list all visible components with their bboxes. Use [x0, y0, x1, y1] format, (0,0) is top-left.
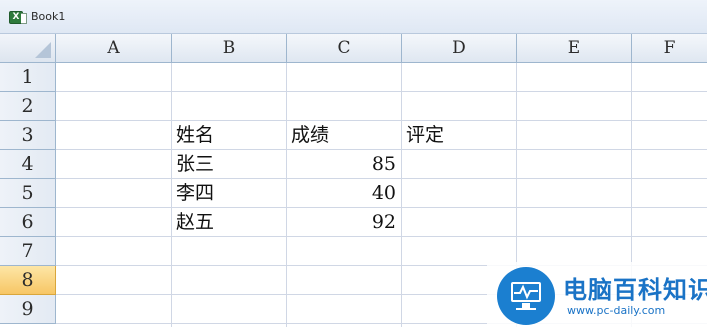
row-header-1[interactable]: 1	[0, 63, 56, 92]
gridline	[401, 63, 402, 327]
column-header-b[interactable]: B	[172, 34, 287, 63]
row-header-8-active[interactable]: 8	[0, 266, 56, 295]
cell-c4[interactable]: 85	[287, 150, 401, 179]
site-watermark: 电脑百科知识 www.pc-daily.com	[487, 262, 707, 327]
cell-c6[interactable]: 92	[287, 208, 401, 237]
select-all-triangle-icon	[35, 42, 51, 58]
column-header-e[interactable]: E	[517, 34, 632, 63]
column-header-f[interactable]: F	[632, 34, 707, 63]
window-title: Book1	[31, 10, 66, 23]
watermark-name: 电脑百科知识	[563, 276, 707, 304]
row-header-7[interactable]: 7	[0, 237, 56, 266]
cell-b3[interactable]: 姓名	[172, 121, 286, 150]
row-header-9[interactable]: 9	[0, 295, 56, 324]
excel-workbook-icon[interactable]: X	[9, 11, 27, 24]
cell-c3[interactable]: 成绩	[287, 121, 401, 150]
row-header-3[interactable]: 3	[0, 121, 56, 150]
row-header-2[interactable]: 2	[0, 92, 56, 121]
row-header-5[interactable]: 5	[0, 179, 56, 208]
cell-b5[interactable]: 李四	[172, 179, 286, 208]
watermark-url: www.pc-daily.com	[567, 304, 666, 317]
column-header-a[interactable]: A	[56, 34, 172, 63]
cell-d3[interactable]: 评定	[402, 121, 516, 150]
row-header-6[interactable]: 6	[0, 208, 56, 237]
gridline	[56, 91, 707, 92]
cell-b4[interactable]: 张三	[172, 150, 286, 179]
column-header-d[interactable]: D	[402, 34, 517, 63]
monitor-logo-icon	[497, 267, 555, 325]
cell-c5[interactable]: 40	[287, 179, 401, 208]
select-all-button[interactable]	[0, 34, 56, 63]
cell-b6[interactable]: 赵五	[172, 208, 286, 237]
column-header-c[interactable]: C	[287, 34, 402, 63]
row-header-4[interactable]: 4	[0, 150, 56, 179]
title-bar: X Book1	[0, 0, 707, 34]
